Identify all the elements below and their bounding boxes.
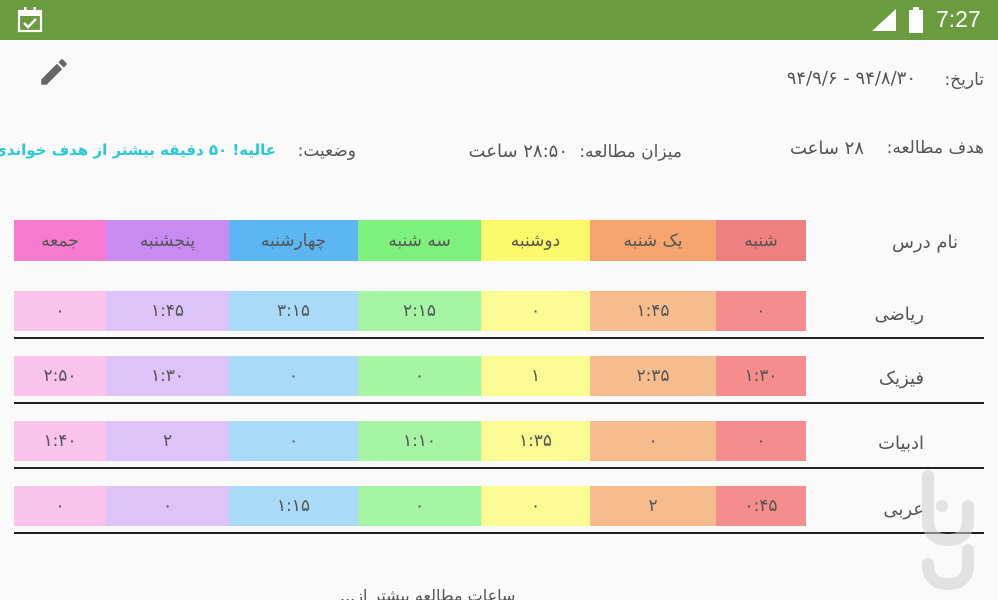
date-label: تاریخ: bbox=[944, 70, 984, 90]
table-cell[interactable]: ۱:۱۰ bbox=[358, 421, 481, 461]
table-cell[interactable]: ۰ bbox=[358, 486, 481, 526]
status-label: وضعیت: bbox=[297, 141, 356, 161]
table-cell[interactable]: ۱:۱۵ bbox=[229, 486, 358, 526]
edit-button[interactable] bbox=[36, 56, 72, 92]
course-name: ریاضی bbox=[874, 304, 924, 325]
table-cell[interactable]: ۱:۴۵ bbox=[590, 291, 716, 331]
table-cell[interactable]: ۱:۳۰ bbox=[106, 356, 229, 396]
bazaar-logo-icon bbox=[910, 466, 986, 594]
day-header: دوشنبه bbox=[481, 220, 590, 261]
row-divider bbox=[14, 467, 984, 469]
table-cell[interactable]: ۱ bbox=[481, 356, 590, 396]
pencil-icon bbox=[37, 55, 71, 93]
table-cell[interactable]: ۰ bbox=[229, 356, 358, 396]
course-name-header: نام درس bbox=[891, 232, 958, 253]
study-amount-value: ۲۸:۵۰ ساعت bbox=[468, 141, 568, 162]
day-header: چهارشنبه bbox=[229, 220, 358, 261]
table-cell[interactable]: ۰ bbox=[14, 486, 106, 526]
table-cell[interactable]: ۱:۴۵ bbox=[106, 291, 229, 331]
date-range: ۹۴/۸/۳۰ - ۹۴/۹/۶ bbox=[786, 68, 916, 89]
table-cell[interactable]: ۲ bbox=[106, 421, 229, 461]
day-header: جمعه bbox=[14, 220, 106, 261]
day-header: شنبه bbox=[716, 220, 806, 261]
battery-icon bbox=[908, 7, 924, 37]
table-cell[interactable]: ۱:۳۰ bbox=[716, 356, 806, 396]
table-cell[interactable]: ۱:۴۰ bbox=[14, 421, 106, 461]
signal-icon bbox=[872, 9, 896, 35]
day-header: سه شنبه bbox=[358, 220, 481, 261]
row-divider bbox=[14, 402, 984, 404]
calendar-check-icon bbox=[16, 6, 44, 38]
row-divider bbox=[14, 337, 984, 339]
table-cell[interactable]: ۲:۵۰ bbox=[14, 356, 106, 396]
table-cell[interactable]: ۰ bbox=[716, 421, 806, 461]
table-cell[interactable]: ۰ bbox=[590, 421, 716, 461]
table-cell[interactable]: ۰ bbox=[481, 291, 590, 331]
course-name: فیزیک bbox=[878, 368, 924, 389]
row-divider bbox=[14, 532, 984, 534]
table-cell[interactable]: ۲:۳۵ bbox=[590, 356, 716, 396]
table-cell[interactable]: ۰:۴۵ bbox=[716, 486, 806, 526]
table-cell[interactable]: ۰ bbox=[716, 291, 806, 331]
course-name: ادبیات bbox=[878, 433, 924, 454]
table-cell[interactable]: ۲ bbox=[590, 486, 716, 526]
goal-value: ۲۸ ساعت bbox=[789, 138, 864, 159]
table-cell[interactable]: ۰ bbox=[14, 291, 106, 331]
study-amount-label: میزان مطالعه: bbox=[579, 142, 682, 162]
goal-label: هدف مطالعه: bbox=[886, 138, 984, 158]
footer-text: ساعات مطالعه بیشتر از... bbox=[340, 586, 516, 600]
table-cell[interactable]: ۲:۱۵ bbox=[358, 291, 481, 331]
table-cell[interactable]: ۱:۳۵ bbox=[481, 421, 590, 461]
table-cell[interactable]: ۰ bbox=[481, 486, 590, 526]
status-message: عالیه! ۵۰ دقیقه بیشتر از هدف خواندی bbox=[0, 141, 276, 159]
table-cell[interactable]: ۰ bbox=[229, 421, 358, 461]
status-bar: 7:27 bbox=[0, 0, 998, 40]
table-cell[interactable]: ۰ bbox=[358, 356, 481, 396]
day-header: یک شنبه bbox=[590, 220, 716, 261]
table-cell[interactable]: ۰ bbox=[106, 486, 229, 526]
table-cell[interactable]: ۳:۱۵ bbox=[229, 291, 358, 331]
clock-time: 7:27 bbox=[936, 6, 981, 32]
day-header: پنجشنبه bbox=[106, 220, 229, 261]
